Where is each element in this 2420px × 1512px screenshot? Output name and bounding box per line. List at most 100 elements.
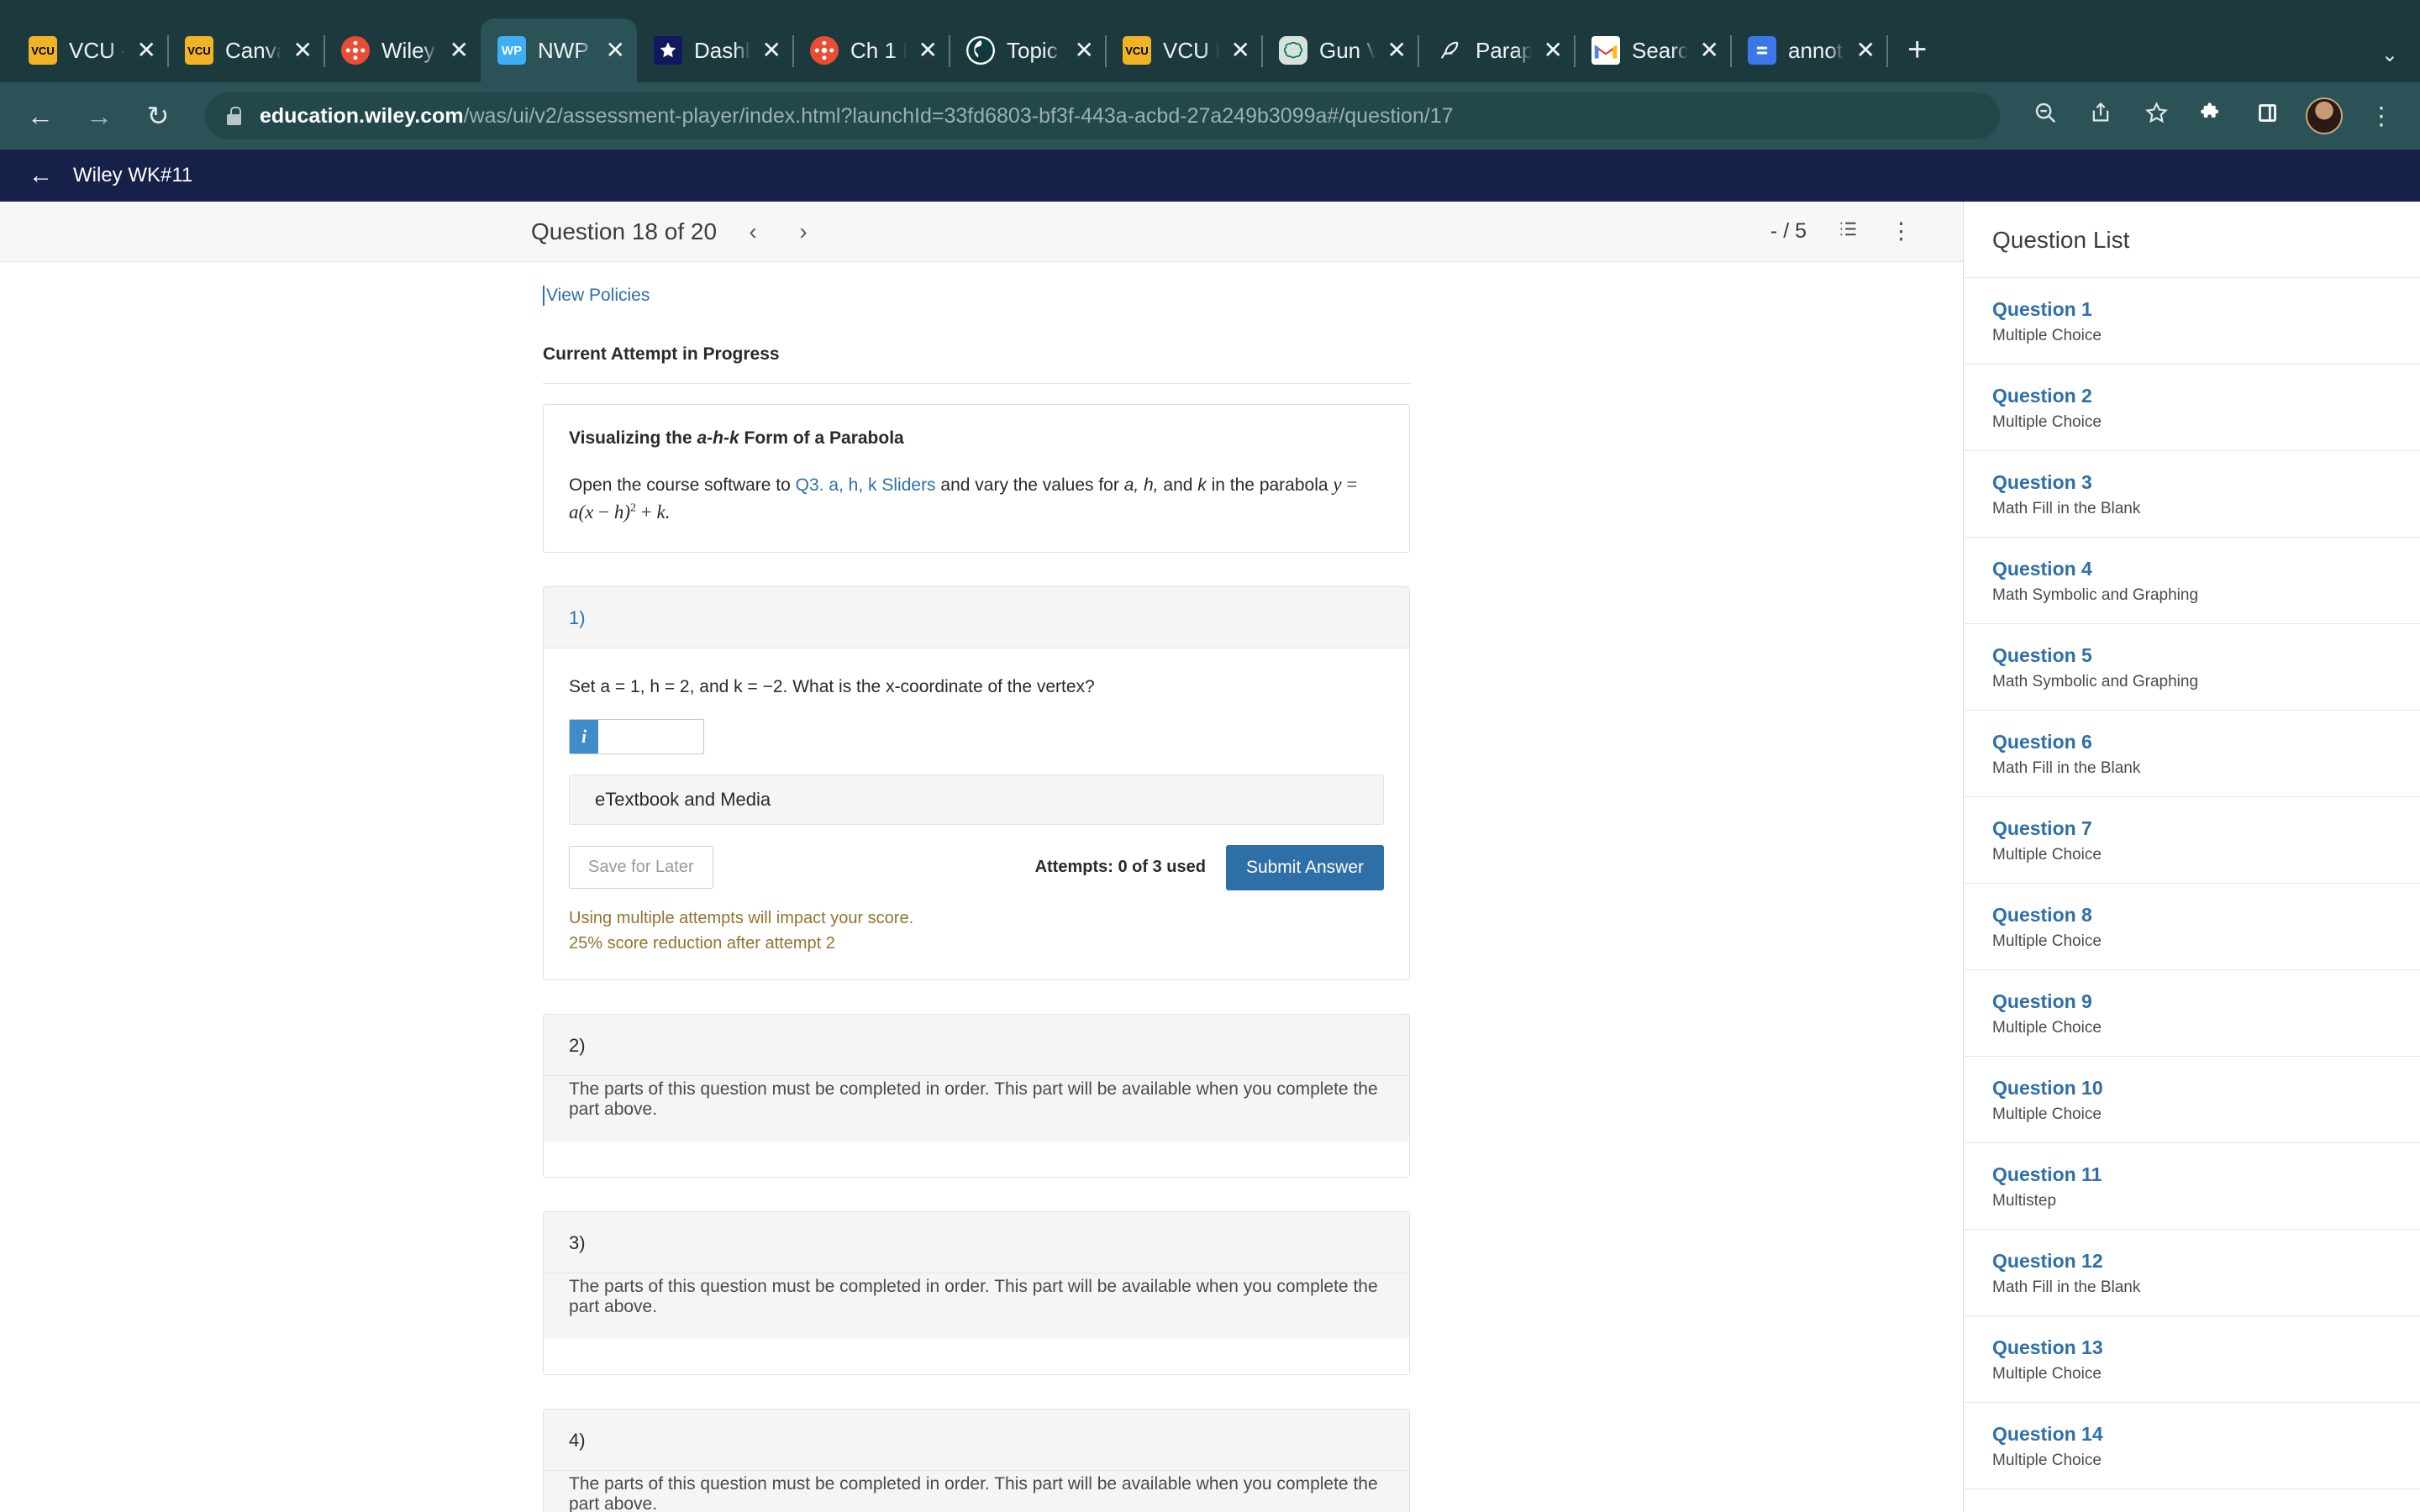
question-list-item[interactable]: Question 3 Math Fill in the Blank bbox=[1964, 450, 2420, 537]
question-part-1: 1) Set a = 1, h = 2, and k = −2. What is… bbox=[543, 585, 1410, 980]
tab-close-icon[interactable]: ✕ bbox=[1231, 39, 1250, 62]
question-list-item-label[interactable]: Question 2 bbox=[1992, 385, 2420, 407]
question-list-item-type: Multiple Choice bbox=[1992, 846, 2102, 864]
etextbook-and-media-panel[interactable]: eTextbook and Media bbox=[569, 774, 1384, 825]
intro-body: Open the course software to Q3. a, h, k … bbox=[569, 470, 1384, 527]
vcu-favicon: VCU bbox=[29, 36, 57, 65]
tab-close-icon[interactable]: ✕ bbox=[293, 39, 313, 62]
question-list-item-label[interactable]: Question 12 bbox=[1992, 1250, 2420, 1273]
browser-tab[interactable]: VCU VCU - C ✕ bbox=[12, 18, 169, 82]
browser-tab[interactable]: VCU VCU Lib ✕ bbox=[1106, 18, 1263, 82]
tab-close-icon[interactable]: ✕ bbox=[137, 39, 156, 62]
question-list-item-label[interactable]: Question 3 bbox=[1992, 471, 2420, 494]
question-list-item[interactable]: Question 10 Multiple Choice bbox=[1964, 1056, 2420, 1142]
intro-vars-ah: a, h, bbox=[1123, 475, 1159, 495]
tab-search-chevron-icon[interactable]: ⌄ bbox=[2381, 43, 2398, 67]
part-1-answer-row: i bbox=[569, 718, 1384, 754]
question-list-item[interactable]: Question 14 Multiple Choice bbox=[1964, 1402, 2420, 1488]
question-list-item-label[interactable]: Question 7 bbox=[1992, 817, 2420, 840]
question-list-item-label[interactable]: Question 9 bbox=[1992, 990, 2420, 1013]
assessment-back-icon[interactable]: ← bbox=[29, 163, 53, 188]
question-list-icon[interactable] bbox=[1837, 218, 1860, 246]
browser-tab[interactable]: VCU Canvas ✕ bbox=[168, 18, 325, 82]
locked-part-number: 4) bbox=[544, 1409, 1409, 1471]
browser-tab[interactable]: Gun Vio ✕ bbox=[1262, 18, 1419, 82]
question-options-kebab-icon[interactable]: ⋮ bbox=[1890, 220, 1912, 243]
answer-field-group[interactable]: i bbox=[569, 718, 704, 754]
browser-tab[interactable]: Topic O ✕ bbox=[950, 18, 1107, 82]
intro-title-emphasis: a-h-k bbox=[697, 428, 739, 448]
question-list-item-type: Multiple Choice bbox=[1992, 1105, 2102, 1123]
browser-tab[interactable]: WP NWP As ✕ bbox=[481, 18, 637, 82]
question-list-item[interactable]: Question 6 Math Fill in the Blank bbox=[1964, 710, 2420, 796]
zoom-out-icon[interactable] bbox=[2028, 100, 2062, 132]
browser-tab[interactable]: Wiley W ✕ bbox=[324, 18, 481, 82]
question-list-item-label[interactable]: Question 11 bbox=[1992, 1163, 2420, 1186]
side-panel-icon[interactable] bbox=[2250, 102, 2284, 131]
question-list-item[interactable]: Question 15Math Fill in the Blank bbox=[1964, 1488, 2420, 1512]
browser-window: VCUVCU - C✕VCUCanvas✕Wiley W✕WPNWP As✕Da… bbox=[0, 0, 2420, 1512]
reload-icon[interactable]: ↻ bbox=[139, 102, 176, 129]
question-list-item[interactable]: Question 11 Multistep bbox=[1964, 1142, 2420, 1229]
question-list-item[interactable]: Question 1 Multiple Choice bbox=[1964, 277, 2420, 364]
share-icon[interactable] bbox=[2084, 101, 2118, 131]
course-software-link[interactable]: Q3. a, h, k Sliders bbox=[796, 475, 936, 495]
question-list-item[interactable]: Question 9 Multiple Choice bbox=[1964, 969, 2420, 1056]
tab-title: Wiley W bbox=[381, 37, 438, 63]
view-policies-link[interactable]: View Policies bbox=[543, 286, 650, 306]
question-pane: Question 18 of 20 ‹ › - / 5 ⋮ View Polic… bbox=[0, 202, 1963, 1512]
browser-tab[interactable]: Paraphr ✕ bbox=[1418, 18, 1576, 82]
tab-close-icon[interactable]: ✕ bbox=[1387, 39, 1407, 62]
locked-part-footer bbox=[544, 1338, 1409, 1374]
question-list-sidebar: Question List Question 1 Multiple Choice Q… bbox=[1963, 202, 2420, 1512]
back-icon[interactable]: ← bbox=[22, 102, 59, 129]
browser-tab[interactable]: annotat ✕ bbox=[1731, 18, 1888, 82]
question-list-item[interactable]: Question 12 Math Fill in the Blank bbox=[1964, 1229, 2420, 1315]
save-for-later-button[interactable]: Save for Later bbox=[569, 846, 713, 890]
question-list-item-label[interactable]: Question 13 bbox=[1992, 1336, 2420, 1359]
browser-tab[interactable]: Ch 1 Ho ✕ bbox=[793, 18, 950, 82]
question-list-item-label[interactable]: Question 14 bbox=[1992, 1423, 2420, 1446]
question-list-item[interactable]: Question 13 Multiple Choice bbox=[1964, 1315, 2420, 1402]
browser-menu-kebab-icon[interactable]: ⋮ bbox=[2365, 102, 2398, 131]
next-question-icon[interactable]: › bbox=[789, 218, 818, 245]
question-list-item[interactable]: Question 7 Multiple Choice bbox=[1964, 796, 2420, 883]
locked-part-message: The parts of this question must be compl… bbox=[544, 1273, 1409, 1339]
tab-close-icon[interactable]: ✕ bbox=[918, 39, 938, 62]
new-tab-button[interactable]: + bbox=[1907, 31, 1927, 69]
question-list-item-type: Multiple Choice bbox=[1992, 1365, 2102, 1383]
globe-favicon bbox=[966, 36, 995, 65]
question-list-item-label[interactable]: Question 5 bbox=[1992, 644, 2420, 667]
question-list-item[interactable]: Question 2 Multiple Choice bbox=[1964, 364, 2420, 450]
answer-info-icon[interactable]: i bbox=[570, 719, 598, 753]
tab-close-icon[interactable]: ✕ bbox=[762, 39, 781, 62]
submit-answer-button[interactable]: Submit Answer bbox=[1225, 844, 1384, 890]
address-bar[interactable]: education.wiley.com/was/ui/v2/assessment… bbox=[205, 92, 2000, 139]
browser-tab[interactable]: Dashboa ✕ bbox=[637, 18, 794, 82]
question-list-item-label[interactable]: Question 4 bbox=[1992, 558, 2420, 580]
tab-close-icon[interactable]: ✕ bbox=[1075, 39, 1094, 62]
question-list-item-label[interactable]: Question 6 bbox=[1992, 731, 2420, 753]
tab-close-icon[interactable]: ✕ bbox=[1544, 39, 1563, 62]
extensions-puzzle-icon[interactable] bbox=[2195, 101, 2228, 131]
intro-body-mid: and vary the values for bbox=[935, 475, 1124, 495]
tab-title: VCU Lib bbox=[1163, 37, 1219, 63]
tab-close-icon[interactable]: ✕ bbox=[606, 39, 625, 62]
bookmark-star-icon[interactable] bbox=[2139, 101, 2173, 132]
question-list-item-type: Multiple Choice bbox=[1992, 1019, 2102, 1037]
question-list-item-label[interactable]: Question 10 bbox=[1992, 1077, 2420, 1100]
tab-close-icon[interactable]: ✕ bbox=[1856, 39, 1876, 62]
question-list-item-label[interactable]: Question 8 bbox=[1992, 904, 2420, 927]
question-list-item[interactable]: Question 5 Math Symbolic and Graphing bbox=[1964, 623, 2420, 710]
tab-close-icon[interactable]: ✕ bbox=[1700, 39, 1719, 62]
profile-avatar[interactable] bbox=[2306, 97, 2343, 134]
question-list-item-label[interactable]: Question 1 bbox=[1992, 298, 2420, 321]
previous-question-icon[interactable]: ‹ bbox=[739, 218, 767, 245]
tab-close-icon[interactable]: ✕ bbox=[450, 39, 469, 62]
question-list-item[interactable]: Question 8 Multiple Choice bbox=[1964, 883, 2420, 969]
answer-input[interactable] bbox=[598, 719, 703, 753]
question-list-item[interactable]: Question 4 Math Symbolic and Graphing bbox=[1964, 537, 2420, 623]
forward-icon[interactable]: → bbox=[81, 102, 118, 129]
question-counter: Question 18 of 20 bbox=[531, 218, 718, 244]
browser-tab[interactable]: Search ✕ bbox=[1575, 18, 1732, 82]
